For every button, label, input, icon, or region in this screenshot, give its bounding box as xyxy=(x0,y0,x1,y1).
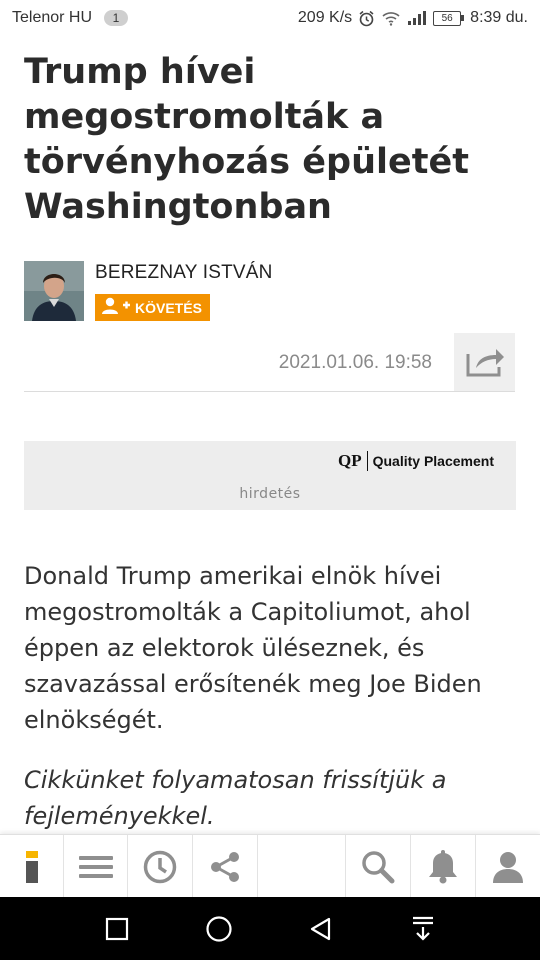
share-button[interactable] xyxy=(454,333,515,392)
menu-icon[interactable] xyxy=(64,835,127,898)
clock-icon[interactable] xyxy=(128,835,192,898)
wifi-icon xyxy=(381,10,401,26)
network-speed: 209 K/s xyxy=(297,9,353,26)
system-nav-bar xyxy=(0,897,540,960)
article-lead: Donald Trump amerikai elnök hívei megost… xyxy=(24,562,482,734)
user-icon[interactable] xyxy=(476,835,540,898)
home-icon[interactable] xyxy=(179,897,259,960)
ad-logo-mark: QP xyxy=(338,451,362,470)
signal-icon xyxy=(407,10,427,26)
add-user-icon xyxy=(101,297,131,318)
bottom-toolbar xyxy=(0,834,540,898)
update-note: Cikkünket folyamatosan frissítjük a fejl… xyxy=(24,766,447,830)
article-title: Trump hívei megostromolták a törvényhozá… xyxy=(24,52,469,227)
logo-icon[interactable] xyxy=(0,835,63,898)
ad-logo: QP Quality Placement xyxy=(338,451,494,471)
recent-apps-icon[interactable] xyxy=(77,897,157,960)
clock-time: 8:39 du. xyxy=(470,9,528,26)
author-avatar[interactable] xyxy=(24,261,84,321)
alarm-icon xyxy=(358,10,375,27)
ad-logo-separator xyxy=(366,451,368,471)
divider xyxy=(24,391,515,392)
follow-label: KÖVETÉS xyxy=(135,299,202,316)
publish-date: 2021.01.06. 19:58 xyxy=(278,352,432,373)
ad-label: hirdetés xyxy=(239,486,301,502)
author-name[interactable]: BEREZNAY ISTVÁN xyxy=(95,262,273,284)
toolbar-separator xyxy=(257,835,258,898)
back-icon[interactable] xyxy=(281,897,361,960)
notification-count-badge: 1 xyxy=(104,10,128,26)
share-arrow-icon xyxy=(465,344,505,382)
carrier-name: Telenor HU xyxy=(12,9,93,26)
ad-brand-name: Quality Placement xyxy=(372,453,494,469)
status-bar: Telenor HU 1 209 K/s 56 8:39 du. xyxy=(0,0,540,36)
battery-icon: 56 xyxy=(433,10,465,26)
follow-button[interactable]: KÖVETÉS xyxy=(95,294,210,321)
ad-banner[interactable]: QP Quality Placement hirdetés xyxy=(24,441,516,510)
search-icon[interactable] xyxy=(346,835,410,898)
notification-shade-icon[interactable] xyxy=(383,897,463,960)
share-icon[interactable] xyxy=(193,835,257,898)
bell-icon[interactable] xyxy=(411,835,475,898)
